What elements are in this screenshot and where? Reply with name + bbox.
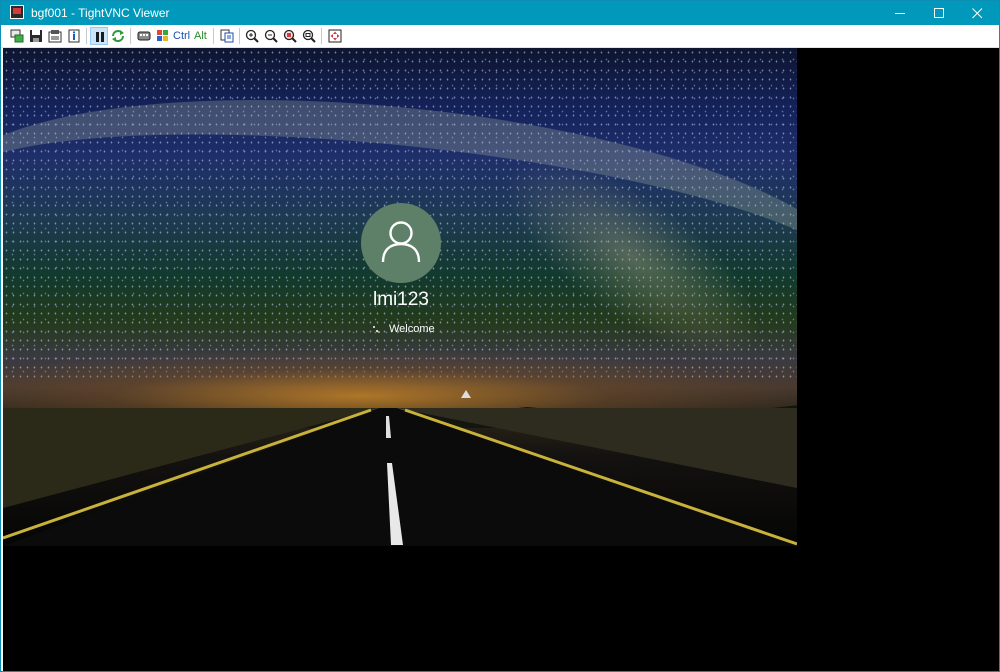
transfer-files-icon xyxy=(220,29,234,43)
send-ctrl-esc-icon xyxy=(157,30,168,41)
zoom-in-icon xyxy=(245,29,259,43)
zoom-out-icon xyxy=(264,29,278,43)
title-bar[interactable]: bgf001 - TightVNC Viewer xyxy=(1,1,999,25)
window-title: bgf001 - TightVNC Viewer xyxy=(31,6,170,20)
username-label: lmi123 xyxy=(373,289,429,310)
zoom-fit-icon xyxy=(302,29,316,43)
welcome-status-text: Welcome xyxy=(389,323,435,335)
pause-button[interactable] xyxy=(90,27,108,45)
connection-info-button[interactable] xyxy=(65,27,83,45)
close-button[interactable] xyxy=(958,1,996,25)
refresh-icon xyxy=(112,30,124,42)
lock-screen-background: lmi123 Welcome xyxy=(3,48,797,546)
zoom-fit-button[interactable] xyxy=(300,27,318,45)
options-icon xyxy=(48,30,62,43)
toolbar-separator xyxy=(213,28,214,44)
vnc-viewer-window: bgf001 - TightVNC Viewer Ctrl Alt lmi123… xyxy=(0,0,1000,672)
user-avatar[interactable] xyxy=(361,203,441,283)
transfer-files-button[interactable] xyxy=(218,27,236,45)
new-connection-icon xyxy=(10,29,24,43)
toolbar-separator xyxy=(130,28,131,44)
ctrl-key-button[interactable]: Ctrl xyxy=(173,28,190,44)
close-icon xyxy=(972,8,983,19)
zoom-out-button[interactable] xyxy=(262,27,280,45)
refresh-button[interactable] xyxy=(109,27,127,45)
loading-spinner-icon xyxy=(373,326,380,333)
fullscreen-button[interactable] xyxy=(326,27,344,45)
minimize-icon xyxy=(895,13,905,14)
pause-icon xyxy=(96,32,104,42)
send-ctrl-alt-del-button[interactable] xyxy=(135,27,153,45)
options-button[interactable] xyxy=(46,27,64,45)
save-icon xyxy=(30,30,42,42)
zoom-100-icon xyxy=(283,29,297,43)
fullscreen-icon xyxy=(328,29,342,43)
alt-key-button[interactable]: Alt xyxy=(194,28,207,44)
save-button[interactable] xyxy=(27,27,45,45)
send-ctrl-esc-button[interactable] xyxy=(154,27,172,45)
remote-desktop-viewport[interactable]: lmi123 Welcome xyxy=(3,48,999,671)
maximize-button[interactable] xyxy=(920,1,958,25)
toolbar-separator xyxy=(239,28,240,44)
maximize-icon xyxy=(934,8,944,18)
toolbar-separator xyxy=(321,28,322,44)
zoom-100-button[interactable] xyxy=(281,27,299,45)
toolbar: Ctrl Alt xyxy=(1,25,999,48)
connection-info-icon xyxy=(68,29,80,43)
send-ctrl-alt-del-icon xyxy=(137,31,151,41)
minimize-button[interactable] xyxy=(881,1,919,25)
tightvnc-app-icon[interactable] xyxy=(10,5,24,19)
new-connection-button[interactable] xyxy=(8,27,26,45)
zoom-in-button[interactable] xyxy=(243,27,261,45)
user-icon xyxy=(381,221,421,263)
toolbar-separator xyxy=(86,28,87,44)
